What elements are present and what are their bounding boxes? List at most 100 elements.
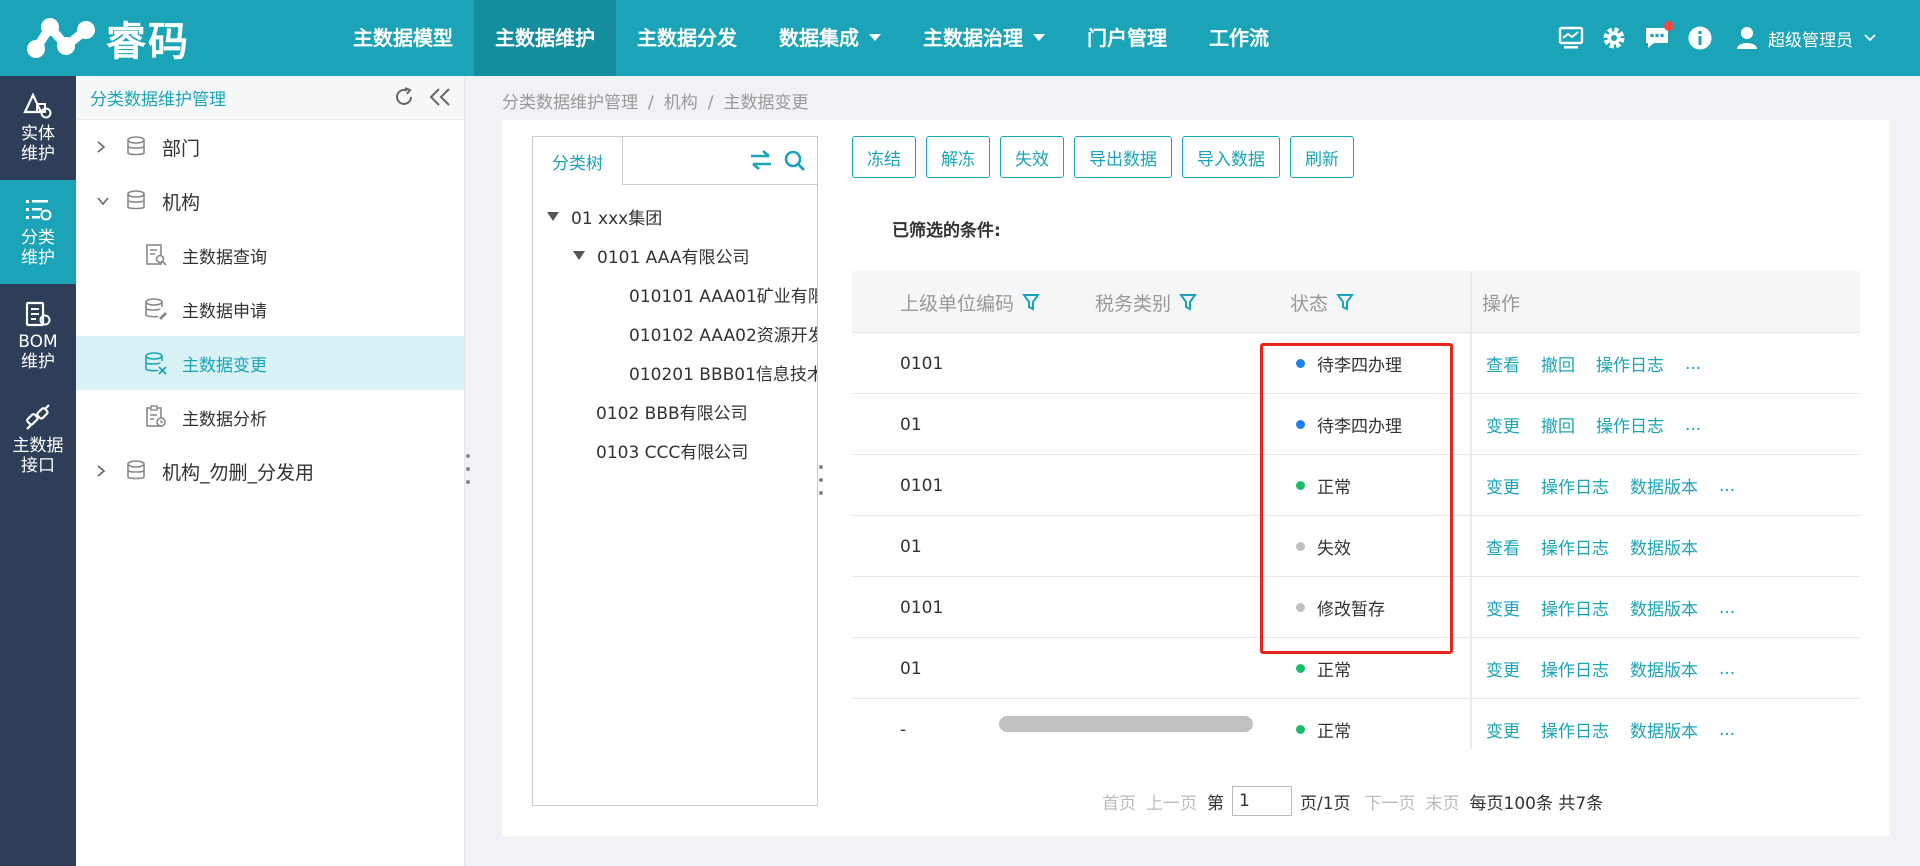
- sidebar-resize-handle[interactable]: [466, 454, 470, 484]
- import-data-button[interactable]: 导入数据: [1182, 136, 1280, 178]
- more-actions-link[interactable]: ...: [1719, 476, 1735, 496]
- class-node[interactable]: 01 xxx集团: [533, 197, 817, 236]
- filter-icon[interactable]: [1022, 293, 1040, 311]
- nav-label: 主数据维护: [495, 26, 595, 50]
- prev-page-link[interactable]: 上一页: [1146, 789, 1197, 814]
- tree-node-master-data-query[interactable]: 主数据查询: [76, 228, 464, 282]
- more-actions-link[interactable]: ...: [1685, 415, 1701, 435]
- tree-node-master-data-analysis[interactable]: 主数据分析: [76, 390, 464, 444]
- info-icon[interactable]: [1685, 23, 1715, 53]
- breadcrumb-item[interactable]: 分类数据维护管理: [502, 93, 638, 113]
- invalidate-button[interactable]: 失效: [1000, 136, 1064, 178]
- last-page-link[interactable]: 末页: [1426, 789, 1460, 814]
- more-actions-link[interactable]: ...: [1719, 720, 1735, 740]
- collapse-icon[interactable]: [428, 85, 452, 109]
- data-version-link[interactable]: 数据版本: [1630, 717, 1698, 742]
- data-version-link[interactable]: 数据版本: [1630, 656, 1698, 681]
- data-version-link[interactable]: 数据版本: [1630, 595, 1698, 620]
- change-link[interactable]: 变更: [1486, 412, 1520, 437]
- classification-tree: 01 xxx集团 0101 AAA有限公司 010101 AAA01矿业有限 0…: [533, 197, 817, 470]
- operation-log-link[interactable]: 操作日志: [1541, 595, 1609, 620]
- column-label: 操作: [1482, 292, 1521, 315]
- freeze-button[interactable]: 冻结: [852, 136, 916, 178]
- message-icon[interactable]: [1642, 21, 1674, 53]
- classify-icon: [26, 200, 52, 221]
- database-change-icon: [145, 352, 167, 375]
- refresh-button[interactable]: 刷新: [1290, 136, 1354, 178]
- operation-log-link[interactable]: 操作日志: [1541, 534, 1609, 559]
- lnav-bom-maintenance[interactable]: BOM 维护: [0, 284, 76, 388]
- operation-log-link[interactable]: 操作日志: [1596, 412, 1664, 437]
- tree-node-organization[interactable]: 机构: [76, 174, 464, 228]
- nav-master-data-governance[interactable]: 主数据治理: [902, 0, 1066, 76]
- data-version-link[interactable]: 数据版本: [1630, 534, 1698, 559]
- filter-icon[interactable]: [1336, 293, 1354, 311]
- class-node[interactable]: 010102 AAA02资源开发: [533, 314, 817, 353]
- lnav-classify-maintenance[interactable]: 分类 维护: [0, 180, 76, 284]
- change-link[interactable]: 变更: [1486, 473, 1520, 498]
- triangle-down-icon[interactable]: [547, 212, 559, 221]
- change-link[interactable]: 变更: [1486, 595, 1520, 620]
- triangle-down-icon[interactable]: [573, 251, 585, 260]
- more-actions-link[interactable]: ...: [1719, 659, 1735, 679]
- unfreeze-button[interactable]: 解冻: [926, 136, 990, 178]
- withdraw-link[interactable]: 撤回: [1541, 412, 1575, 437]
- operation-log-link[interactable]: 操作日志: [1596, 351, 1664, 376]
- user-menu[interactable]: 超级管理员: [1736, 26, 1877, 51]
- withdraw-link[interactable]: 撤回: [1541, 351, 1575, 376]
- view-link[interactable]: 查看: [1486, 534, 1520, 559]
- lnav-master-data-interface[interactable]: 主数据 接口: [0, 388, 76, 492]
- export-data-button[interactable]: 导出数据: [1074, 136, 1172, 178]
- page-number-input[interactable]: [1232, 786, 1292, 816]
- status-dot: [1296, 603, 1305, 612]
- next-page-link[interactable]: 下一页: [1365, 789, 1416, 814]
- horizontal-scrollbar[interactable]: [999, 716, 1253, 732]
- nav-master-data-distribution[interactable]: 主数据分发: [616, 0, 758, 76]
- breadcrumb-separator: /: [648, 93, 654, 113]
- filter-icon[interactable]: [1179, 293, 1197, 311]
- class-node[interactable]: 0101 AAA有限公司: [533, 236, 817, 275]
- breadcrumb-item[interactable]: 机构: [664, 93, 698, 113]
- search-icon[interactable]: [783, 149, 807, 173]
- change-link[interactable]: 变更: [1486, 717, 1520, 742]
- column-header-parent-code: 上级单位编码: [900, 271, 1040, 333]
- nav-portal-management[interactable]: 门户管理: [1066, 0, 1188, 76]
- class-node[interactable]: 010101 AAA01矿业有限: [533, 275, 817, 314]
- table-row: 01 正常 变更 操作日志 数据版本 ...: [852, 638, 1860, 699]
- operation-log-link[interactable]: 操作日志: [1541, 717, 1609, 742]
- monitor-icon[interactable]: [1556, 23, 1586, 53]
- class-node[interactable]: 0103 CCC有限公司: [533, 431, 817, 470]
- more-actions-link[interactable]: ...: [1719, 598, 1735, 618]
- panel-resize-handle[interactable]: [819, 465, 823, 495]
- tree-node-department[interactable]: 部门: [76, 120, 464, 174]
- gear-icon[interactable]: [1599, 23, 1629, 53]
- refresh-icon[interactable]: [392, 85, 416, 109]
- tree-node-organization-distribution[interactable]: 机构_勿删_分发用: [76, 444, 464, 498]
- tree-node-master-data-apply[interactable]: 主数据申请: [76, 282, 464, 336]
- nav-master-data-maintenance[interactable]: 主数据维护: [474, 0, 616, 76]
- tree-node-master-data-change[interactable]: 主数据变更: [76, 336, 464, 390]
- nav-master-data-model[interactable]: 主数据模型: [332, 0, 474, 76]
- chevron-down-icon[interactable]: [96, 196, 110, 206]
- swap-icon[interactable]: [749, 149, 773, 171]
- tree-node-label: 主数据申请: [182, 301, 267, 322]
- operation-log-link[interactable]: 操作日志: [1541, 656, 1609, 681]
- nav-workflow[interactable]: 工作流: [1188, 0, 1290, 76]
- tab-classification-tree[interactable]: 分类树: [533, 137, 623, 185]
- lnav-entity-maintenance[interactable]: 实体 维护: [0, 76, 76, 180]
- more-actions-link[interactable]: ...: [1685, 354, 1701, 374]
- view-link[interactable]: 查看: [1486, 351, 1520, 376]
- brand-logo[interactable]: 睿码: [26, 10, 190, 66]
- change-link[interactable]: 变更: [1486, 656, 1520, 681]
- cell-status: 正常: [1296, 638, 1351, 699]
- nav-data-integration[interactable]: 数据集成: [758, 0, 902, 76]
- data-version-link[interactable]: 数据版本: [1630, 473, 1698, 498]
- class-node[interactable]: 010201 BBB01信息技术: [533, 353, 817, 392]
- class-node[interactable]: 0102 BBB有限公司: [533, 392, 817, 431]
- first-page-link[interactable]: 首页: [1102, 789, 1136, 814]
- logo-icon: [27, 18, 95, 58]
- chevron-right-icon[interactable]: [96, 140, 106, 154]
- operation-log-link[interactable]: 操作日志: [1541, 473, 1609, 498]
- tree-node-label: 部门: [162, 137, 201, 160]
- chevron-right-icon[interactable]: [96, 464, 106, 478]
